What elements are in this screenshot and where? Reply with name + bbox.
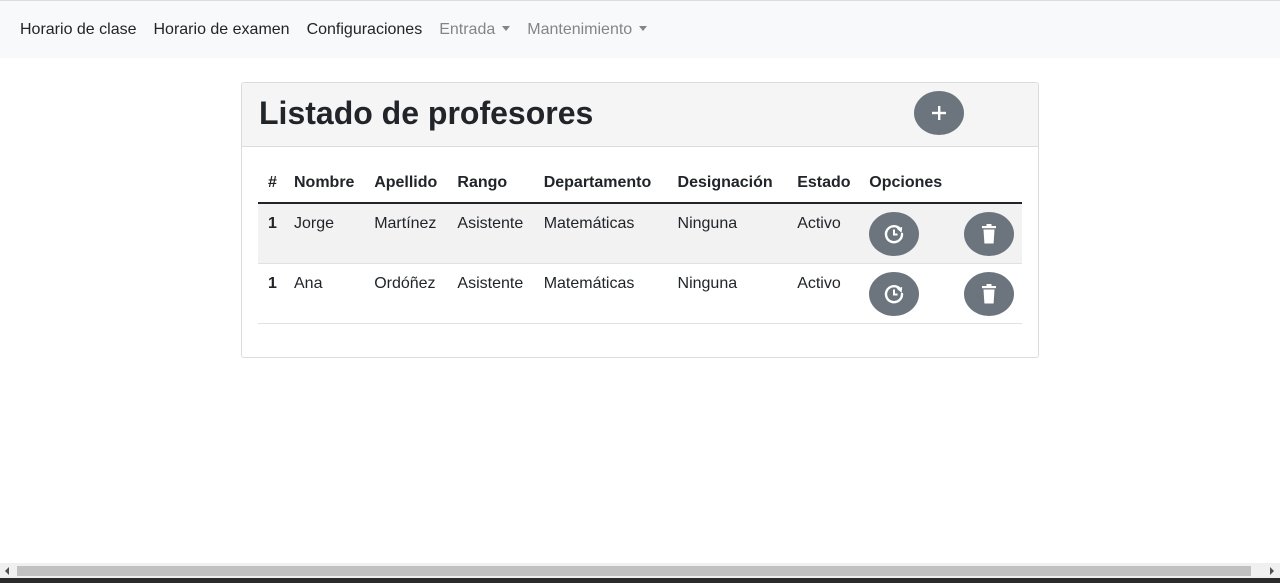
profesores-card: Listado de profesores # Nombre Apellido … [241, 82, 1039, 358]
cell-departamento: Matemáticas [533, 263, 668, 324]
col-header-designacion: Designación [667, 165, 788, 204]
col-header-nombre: Nombre [284, 165, 365, 204]
horizontal-scrollbar[interactable] [0, 563, 1280, 578]
cell-apellido: Martínez [364, 203, 448, 264]
cell-departamento: Matemáticas [533, 203, 668, 264]
col-header-rango: Rango [447, 165, 534, 204]
reset-button[interactable] [869, 271, 920, 316]
page-title: Listado de profesores [259, 95, 594, 131]
taskbar-strip [0, 578, 1280, 583]
reset-button[interactable] [869, 212, 920, 256]
caret-down-icon [639, 25, 648, 31]
cell-apellido: Ordóñez [364, 263, 448, 324]
scroll-right-icon[interactable] [1270, 567, 1274, 575]
cell-designacion: Ninguna [667, 203, 788, 264]
nav-configuraciones[interactable]: Configuraciones [307, 21, 423, 39]
cell-opciones [859, 203, 954, 264]
cell-index: 1 [258, 263, 284, 324]
cell-designacion: Ninguna [667, 263, 788, 324]
cell-acciones [953, 203, 1022, 264]
cell-nombre: Jorge [284, 203, 365, 264]
delete-button[interactable] [963, 271, 1014, 316]
nav-entrada-label: Entrada [439, 20, 496, 38]
scroll-left-icon[interactable] [5, 567, 9, 575]
card-header: Listado de profesores [242, 83, 1038, 147]
nav-horario-clase[interactable]: Horario de clase [20, 21, 137, 39]
col-header-extra [953, 165, 1022, 204]
profesores-table: # Nombre Apellido Rango Departamento Des… [258, 165, 1022, 324]
table-header-row: # Nombre Apellido Rango Departamento Des… [258, 165, 1022, 204]
scrollbar-thumb[interactable] [17, 566, 1251, 576]
col-header-apellido: Apellido [364, 165, 448, 204]
cell-estado: Activo [787, 263, 860, 324]
table-row: 1 Jorge Martínez Asistente Matemáticas N… [258, 203, 1022, 264]
col-header-index: # [258, 165, 284, 204]
delete-button[interactable] [963, 212, 1014, 256]
add-profesor-button[interactable] [914, 91, 964, 135]
cell-index: 1 [258, 203, 284, 264]
cell-acciones [953, 263, 1022, 324]
nav-mantenimiento-dropdown[interactable]: Mantenimiento [527, 20, 648, 39]
col-header-departamento: Departamento [533, 165, 668, 204]
table-row: 1 Ana Ordóñez Asistente Matemáticas Ning… [258, 263, 1022, 324]
col-header-estado: Estado [787, 165, 860, 204]
cell-rango: Asistente [447, 263, 534, 324]
cell-estado: Activo [787, 203, 860, 264]
caret-down-icon [502, 25, 511, 31]
cell-nombre: Ana [284, 263, 365, 324]
trash-icon [981, 283, 996, 303]
history-icon [885, 225, 904, 244]
cell-rango: Asistente [447, 203, 534, 264]
nav-entrada-dropdown[interactable]: Entrada [439, 20, 511, 39]
trash-icon [981, 224, 996, 244]
navbar: Horario de clase Horario de examen Confi… [0, 1, 1280, 58]
plus-icon [932, 106, 946, 120]
cell-opciones [859, 263, 954, 324]
col-header-opciones: Opciones [859, 165, 954, 204]
nav-mantenimiento-label: Mantenimiento [527, 20, 633, 38]
nav-horario-examen[interactable]: Horario de examen [154, 21, 290, 39]
history-icon [885, 284, 904, 303]
